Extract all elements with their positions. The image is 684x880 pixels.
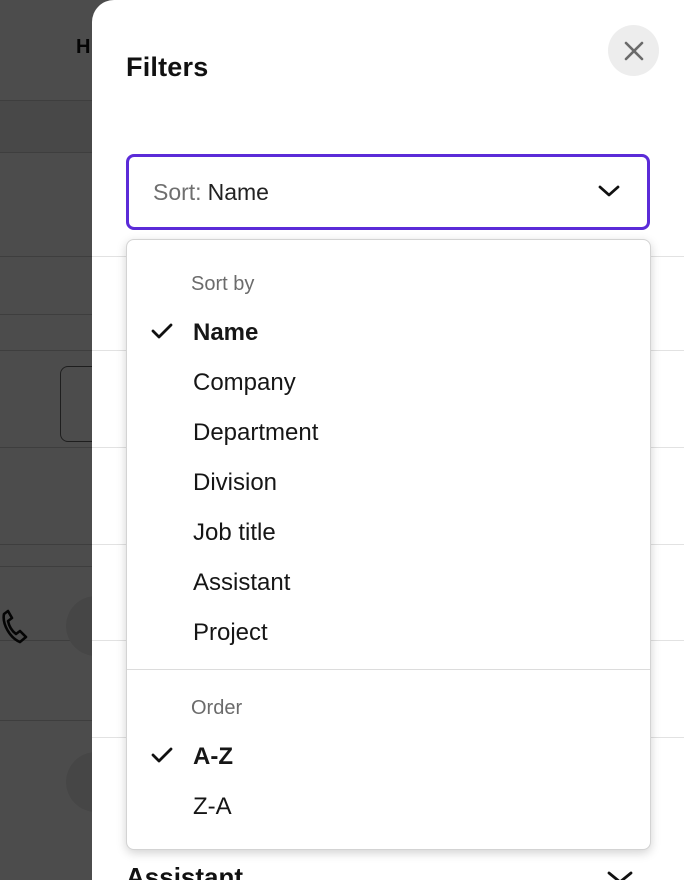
close-button[interactable] [608, 25, 659, 76]
panel-title: Filters [126, 52, 209, 82]
filter-section-assistant[interactable]: Assistant [126, 862, 243, 880]
sort-select[interactable]: Sort: Name [126, 154, 650, 230]
sort-select-value: Name [207, 178, 269, 205]
option-label: Company [193, 369, 296, 396]
option-label: Department [193, 419, 319, 446]
option-label: A-Z [193, 743, 233, 770]
sort-option-name[interactable]: Name [127, 309, 650, 355]
chevron-down-icon[interactable] [606, 870, 634, 880]
check-icon [151, 323, 173, 339]
option-label: Job title [193, 519, 276, 546]
sort-by-group-label: Sort by [191, 273, 255, 295]
sort-option-project[interactable]: Project [127, 609, 650, 655]
option-label: Z-A [193, 793, 232, 820]
sort-option-company[interactable]: Company [127, 359, 650, 405]
sort-option-assistant[interactable]: Assistant [127, 559, 650, 605]
sort-option-job-title[interactable]: Job title [127, 509, 650, 555]
order-group-label: Order [191, 697, 243, 719]
chevron-down-icon [598, 185, 620, 197]
option-label: Assistant [193, 569, 291, 596]
close-icon [624, 41, 643, 60]
sort-select-label: Sort: [153, 178, 202, 205]
order-option-z-a[interactable]: Z-A [127, 783, 650, 829]
check-icon [151, 747, 173, 763]
option-label: Division [193, 469, 278, 496]
sort-option-department[interactable]: Department [127, 409, 650, 455]
option-label: Name [193, 319, 259, 346]
sort-option-division[interactable]: Division [127, 459, 650, 505]
option-label: Project [193, 619, 268, 646]
sort-dropdown-menu: Sort by Name Company Department Division… [126, 239, 651, 850]
order-option-a-z[interactable]: A-Z [127, 733, 650, 779]
menu-divider [127, 669, 650, 670]
